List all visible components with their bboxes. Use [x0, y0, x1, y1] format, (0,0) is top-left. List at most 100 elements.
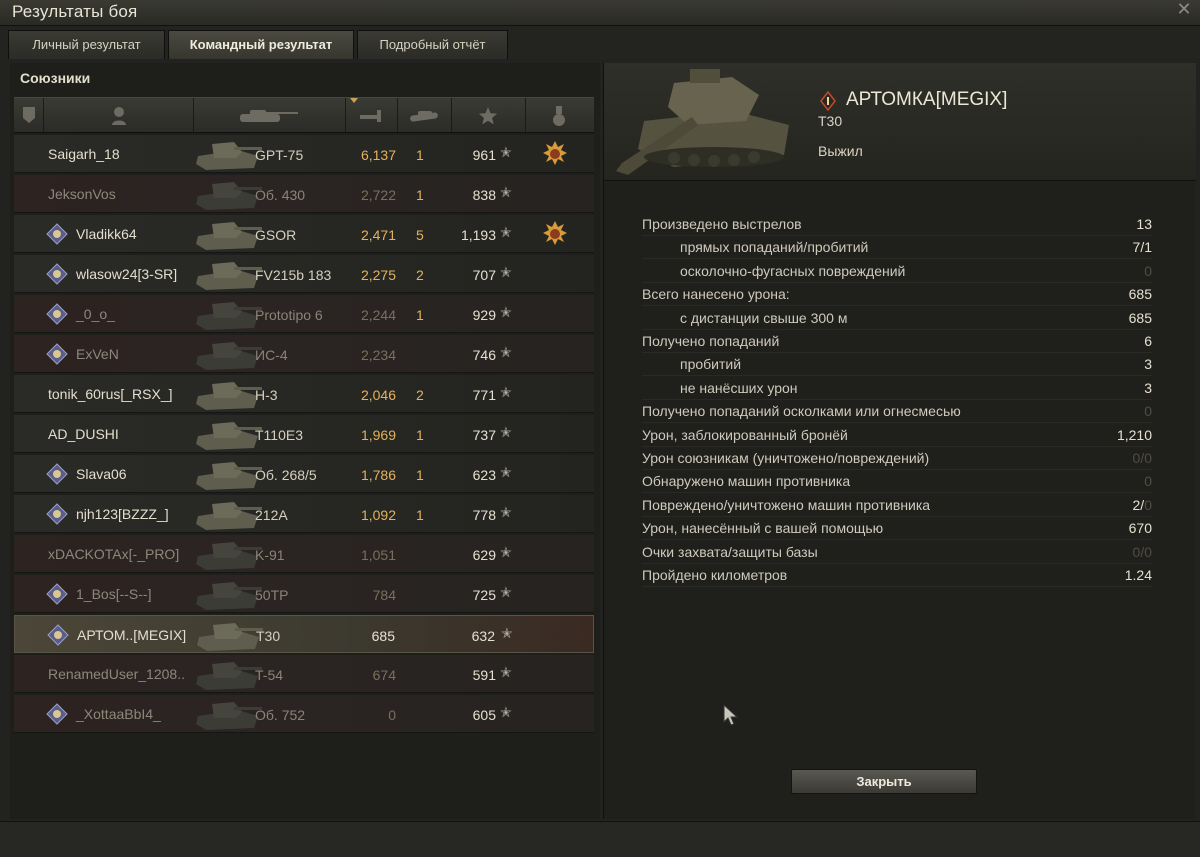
tank-icon [196, 342, 262, 370]
vehicle-name: T-54 [255, 667, 284, 683]
vehicle-column-header[interactable] [194, 98, 346, 134]
xp-value: 707 [472, 267, 496, 283]
vehicle-name: T30 [256, 628, 281, 644]
table-row[interactable]: JeksonVos Об. 430 2,722 1 838 ✭ [14, 175, 594, 213]
medal-icon[interactable] [541, 140, 569, 168]
tank-icon [197, 623, 263, 651]
stat-value: 13 [1136, 216, 1152, 232]
clan-emblem-icon [46, 703, 68, 725]
table-row[interactable]: АРТОМ..[MEGIX] T30 685 632 ✭ [14, 615, 594, 653]
table-row[interactable]: xDACKOTAx[-_PRO] K-91 1,051 629 ✭ [14, 535, 594, 573]
vehicle-name: K-91 [255, 547, 285, 563]
table-row[interactable]: tonik_60rus[_RSX_] H-3 2,046 2 771 ✭ [14, 375, 594, 413]
tank-icon [196, 222, 262, 250]
xp-value: 632 [471, 628, 495, 644]
clan-column-header[interactable] [14, 98, 44, 134]
vehicle-name: T110E3 [255, 427, 303, 443]
xp-star-icon [478, 107, 498, 125]
allies-column-header [14, 97, 594, 134]
tank-portrait-icon [616, 69, 789, 175]
stat-label: Произведено выстрелов [642, 216, 802, 232]
stat-label: Очки захвата/защиты базы [642, 543, 818, 560]
kills-value: 1 [416, 507, 424, 523]
window-close-icon[interactable]: ✕ [1174, 0, 1194, 20]
xp-column-header[interactable] [452, 98, 526, 134]
tank-icon [196, 542, 262, 570]
table-row[interactable]: Saigarh_18 GPT-75 6,137 1 961 ✭ [14, 135, 594, 173]
allies-heading: Союзники [20, 70, 91, 86]
stat-label: с дистанции свыше 300 м [680, 309, 848, 326]
table-row[interactable]: RenamedUser_1208.. T-54 674 591 ✭ [14, 655, 594, 693]
stat-label: прямых попаданий/пробитий [680, 239, 869, 256]
xp-star-icon: ✭ [500, 544, 512, 560]
kills-value: 1 [416, 427, 424, 443]
stat-row: Произведено выстрелов 13 [642, 213, 1152, 236]
tab-personal-result[interactable]: Личный результат [8, 30, 165, 59]
table-row[interactable]: 1_Bos[--S--] 50TP 784 725 ✭ [14, 575, 594, 613]
player-name: xDACKOTAx[-_PRO] [48, 546, 180, 562]
player-name: JeksonVos [48, 186, 116, 202]
xp-star-icon: ✭ [500, 264, 512, 280]
clan-emblem-icon [46, 223, 68, 245]
table-row[interactable]: _0_o_ Prototipo 6 2,244 1 929 ✭ [14, 295, 594, 333]
xp-star-icon: ✭ [501, 625, 513, 641]
stat-label: Пройдено километров [642, 567, 788, 583]
bottom-strip [0, 821, 1200, 857]
damage-value: 1,969 [360, 427, 396, 443]
table-row[interactable]: AD_DUSHI T110E3 1,969 1 737 ✭ [14, 415, 594, 453]
xp-value: 778 [472, 507, 496, 523]
medal-icon[interactable] [541, 220, 569, 248]
stat-row: Всего нанесено урона: 685 [642, 283, 1152, 307]
tab-detailed-report[interactable]: Подробный отчёт [357, 30, 508, 59]
damage-value: 2,275 [360, 267, 396, 283]
kills-column-header[interactable] [398, 98, 452, 134]
damage-value: 6,137 [360, 147, 396, 163]
medal-icon [553, 106, 565, 126]
player-name: njh123[BZZZ_] [76, 506, 169, 522]
stat-row: пробитий 3 [642, 353, 1152, 377]
stat-row: прямых попаданий/пробитий 7/1 [642, 236, 1152, 260]
table-row[interactable]: ExVeN ИС-4 2,234 746 ✭ [14, 335, 594, 373]
table-row[interactable]: _XottaaBbI4_ Об. 752 0 605 ✭ [14, 695, 594, 733]
stat-row: Получено попаданий осколками или огнесме… [642, 400, 1152, 424]
table-row[interactable]: wlasow24[3-SR] FV215b 183 2,275 2 707 ✭ [14, 255, 594, 293]
tab-bar: Личный результат Командный результат Под… [0, 26, 1200, 59]
tab-team-result[interactable]: Командный результат [168, 30, 354, 59]
stat-value: 685 [1128, 286, 1152, 303]
stat-value: 6 [1144, 333, 1152, 349]
player-column-header[interactable] [44, 98, 194, 134]
chevron-down-icon [350, 98, 358, 103]
stat-row: Повреждено/уничтожено машин противника 2/… [642, 494, 1152, 517]
vehicle-name: Об. 268/5 [255, 467, 317, 483]
xp-star-icon: ✭ [500, 184, 512, 200]
player-name: RenamedUser_1208.. [48, 666, 185, 682]
stat-value: 3 [1144, 356, 1152, 373]
stat-value: 670 [1128, 520, 1152, 537]
table-row[interactable]: njh123[BZZZ_] 212A 1,092 1 778 ✭ [14, 495, 594, 533]
vehicle-name: 212A [255, 507, 288, 523]
stat-value: 0/0 [1132, 450, 1152, 466]
rank-icon [820, 91, 836, 111]
damage-column-header[interactable] [346, 98, 398, 134]
xp-value: 1,193 [460, 227, 496, 243]
tank-icon [196, 382, 262, 410]
xp-value: 961 [472, 147, 496, 163]
vehicle-name: GSOR [255, 227, 297, 243]
vehicle-name: ИС-4 [255, 347, 288, 363]
medal-column-header[interactable] [526, 98, 594, 134]
table-row[interactable]: Slava06 Об. 268/5 1,786 1 623 ✭ [14, 455, 594, 493]
player-name: ExVeN [76, 346, 119, 362]
tank-icon [196, 462, 262, 490]
player-name: АРТОМ..[MEGIX] [77, 627, 187, 643]
table-row[interactable]: Vladikk64 GSOR 2,471 5 1,193 ✭ [14, 215, 594, 253]
player-vehicle: T30 [818, 113, 843, 129]
stat-row: Очки захвата/защиты базы 0/0 [642, 541, 1152, 564]
damage-value: 2,244 [360, 307, 396, 323]
stat-row: Урон, заблокированный бронёй 1,210 [642, 424, 1152, 447]
close-button[interactable]: Закрыть [791, 769, 977, 794]
xp-star-icon: ✭ [500, 464, 512, 480]
tank-icon [196, 262, 262, 290]
kills-value: 1 [416, 307, 424, 323]
vehicle-name: FV215b 183 [255, 267, 332, 283]
xp-value: 591 [472, 667, 496, 683]
